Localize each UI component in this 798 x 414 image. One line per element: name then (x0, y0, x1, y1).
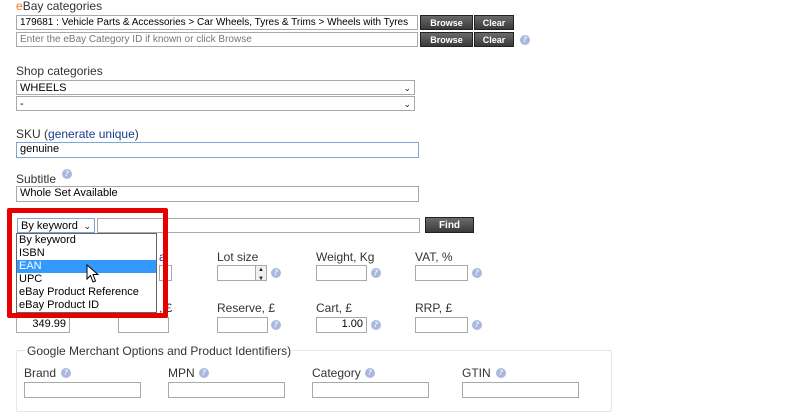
ebay-category-field[interactable]: 179681 : Vehicle Parts & Accessories > C… (16, 15, 418, 30)
help-icon[interactable]: ? (472, 268, 482, 278)
help-icon[interactable]: ? (371, 320, 381, 330)
subtitle-input[interactable]: Whole Set Available (16, 186, 419, 202)
subtitle-label: Subtitle (16, 172, 57, 186)
sku-input[interactable]: genuine (16, 142, 419, 158)
help-icon[interactable]: ? (520, 35, 530, 45)
help-icon[interactable]: ? (61, 368, 71, 378)
lot-size-input[interactable]: ▲ ▼ (217, 265, 267, 281)
weight-label: Weight, Kg (316, 250, 375, 264)
reserve-label: Reserve, £ (217, 301, 276, 315)
mpn-label: MPN (168, 366, 195, 380)
shop-category-select-2[interactable]: - ⌄ (16, 96, 415, 111)
vat-input[interactable] (415, 265, 468, 281)
find-button[interactable]: Find (425, 217, 474, 233)
stepper-icon[interactable]: ▲ ▼ (255, 266, 266, 280)
help-icon[interactable]: ? (371, 268, 381, 278)
mouse-pointer-icon (86, 264, 100, 283)
help-icon[interactable]: ? (271, 320, 281, 330)
clear-button-2[interactable]: Clear (474, 32, 514, 47)
help-icon[interactable]: ? (271, 268, 281, 278)
lot-size-label: Lot size (217, 250, 259, 264)
buy-now-price-input[interactable] (118, 317, 169, 333)
reserve-input[interactable] (217, 317, 268, 333)
google-merchant-section (16, 350, 612, 412)
category-label: Category (312, 366, 361, 380)
shop-categories-label: Shop categories (16, 64, 103, 78)
browse-button-2[interactable]: Browse (420, 32, 473, 47)
help-icon[interactable]: ? (365, 368, 375, 378)
generate-unique-link[interactable]: generate unique (48, 127, 135, 141)
help-icon[interactable]: ? (472, 320, 482, 330)
start-price-input[interactable]: 349.99 (16, 317, 70, 333)
gtin-input[interactable] (462, 382, 579, 398)
brand-input[interactable] (24, 382, 141, 398)
clear-button-1[interactable]: Clear (474, 15, 514, 30)
rrp-label: RRP, £ (415, 301, 453, 315)
rrp-input[interactable] (415, 317, 468, 333)
browse-button-1[interactable]: Browse (420, 15, 473, 30)
ebay-categories-label: eBay categories (16, 0, 103, 13)
highlight-annotation-box (7, 208, 168, 318)
mpn-input[interactable] (168, 382, 285, 398)
chevron-down-icon: ⌄ (403, 83, 411, 93)
ebay-category-id-input[interactable]: Enter the eBay Category ID if known or c… (16, 32, 418, 47)
help-icon[interactable]: ? (496, 368, 506, 378)
cart-input[interactable]: 1.00 (316, 317, 367, 333)
shop-category-select-1[interactable]: WHEELS ⌄ (16, 80, 415, 95)
gtin-label: GTIN (462, 366, 491, 380)
category-input[interactable] (312, 382, 429, 398)
help-icon[interactable]: ? (62, 169, 72, 179)
brand-label: Brand (24, 366, 57, 380)
sku-label: SKU (generate unique) (16, 127, 139, 141)
cart-label: Cart, £ (316, 301, 353, 315)
chevron-down-icon: ⌄ (403, 99, 411, 109)
vat-label: VAT, % (415, 250, 453, 264)
weight-input[interactable] (316, 265, 367, 281)
google-merchant-title: Google Merchant Options and Product Iden… (26, 344, 293, 358)
help-icon[interactable]: ? (199, 368, 209, 378)
